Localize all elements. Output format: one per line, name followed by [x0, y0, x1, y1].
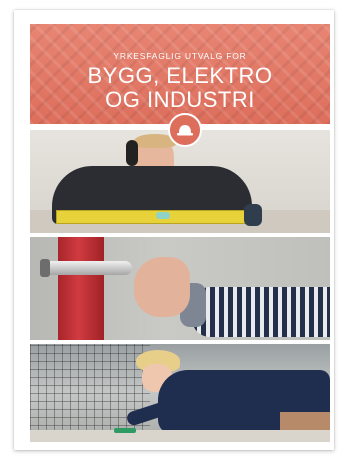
- photo-hand-on-red-pipe-clamp: [30, 237, 330, 340]
- worker-glove: [244, 204, 262, 226]
- title-banner: YRKESFAGLIG UTVALG FOR BYGG, ELEKTRO OG …: [30, 24, 330, 124]
- cover-kicker: YRKESFAGLIG UTVALG FOR: [113, 51, 247, 61]
- cover-title: BYGG, ELEKTRO OG INDUSTRI: [30, 64, 330, 112]
- striped-sleeve: [192, 287, 330, 337]
- worker-headphones: [126, 140, 138, 166]
- cover-title-line-2: OG INDUSTRI: [105, 87, 255, 112]
- bench-surface: [30, 430, 330, 442]
- pipe-clamp: [42, 261, 132, 275]
- hard-hat-glyph: [177, 125, 193, 136]
- hand: [134, 257, 190, 317]
- cover-title-line-1: BYGG, ELEKTRO: [87, 63, 273, 88]
- clamp-bolt: [40, 259, 50, 277]
- level-vial: [156, 212, 170, 219]
- green-tool: [114, 428, 136, 433]
- brochure-cover: YRKESFAGLIG UTVALG FOR BYGG, ELEKTRO OG …: [14, 10, 334, 450]
- hard-hat-icon: [168, 113, 202, 147]
- photo-woman-working-at-bench: [30, 344, 330, 442]
- red-pipe: [58, 237, 104, 340]
